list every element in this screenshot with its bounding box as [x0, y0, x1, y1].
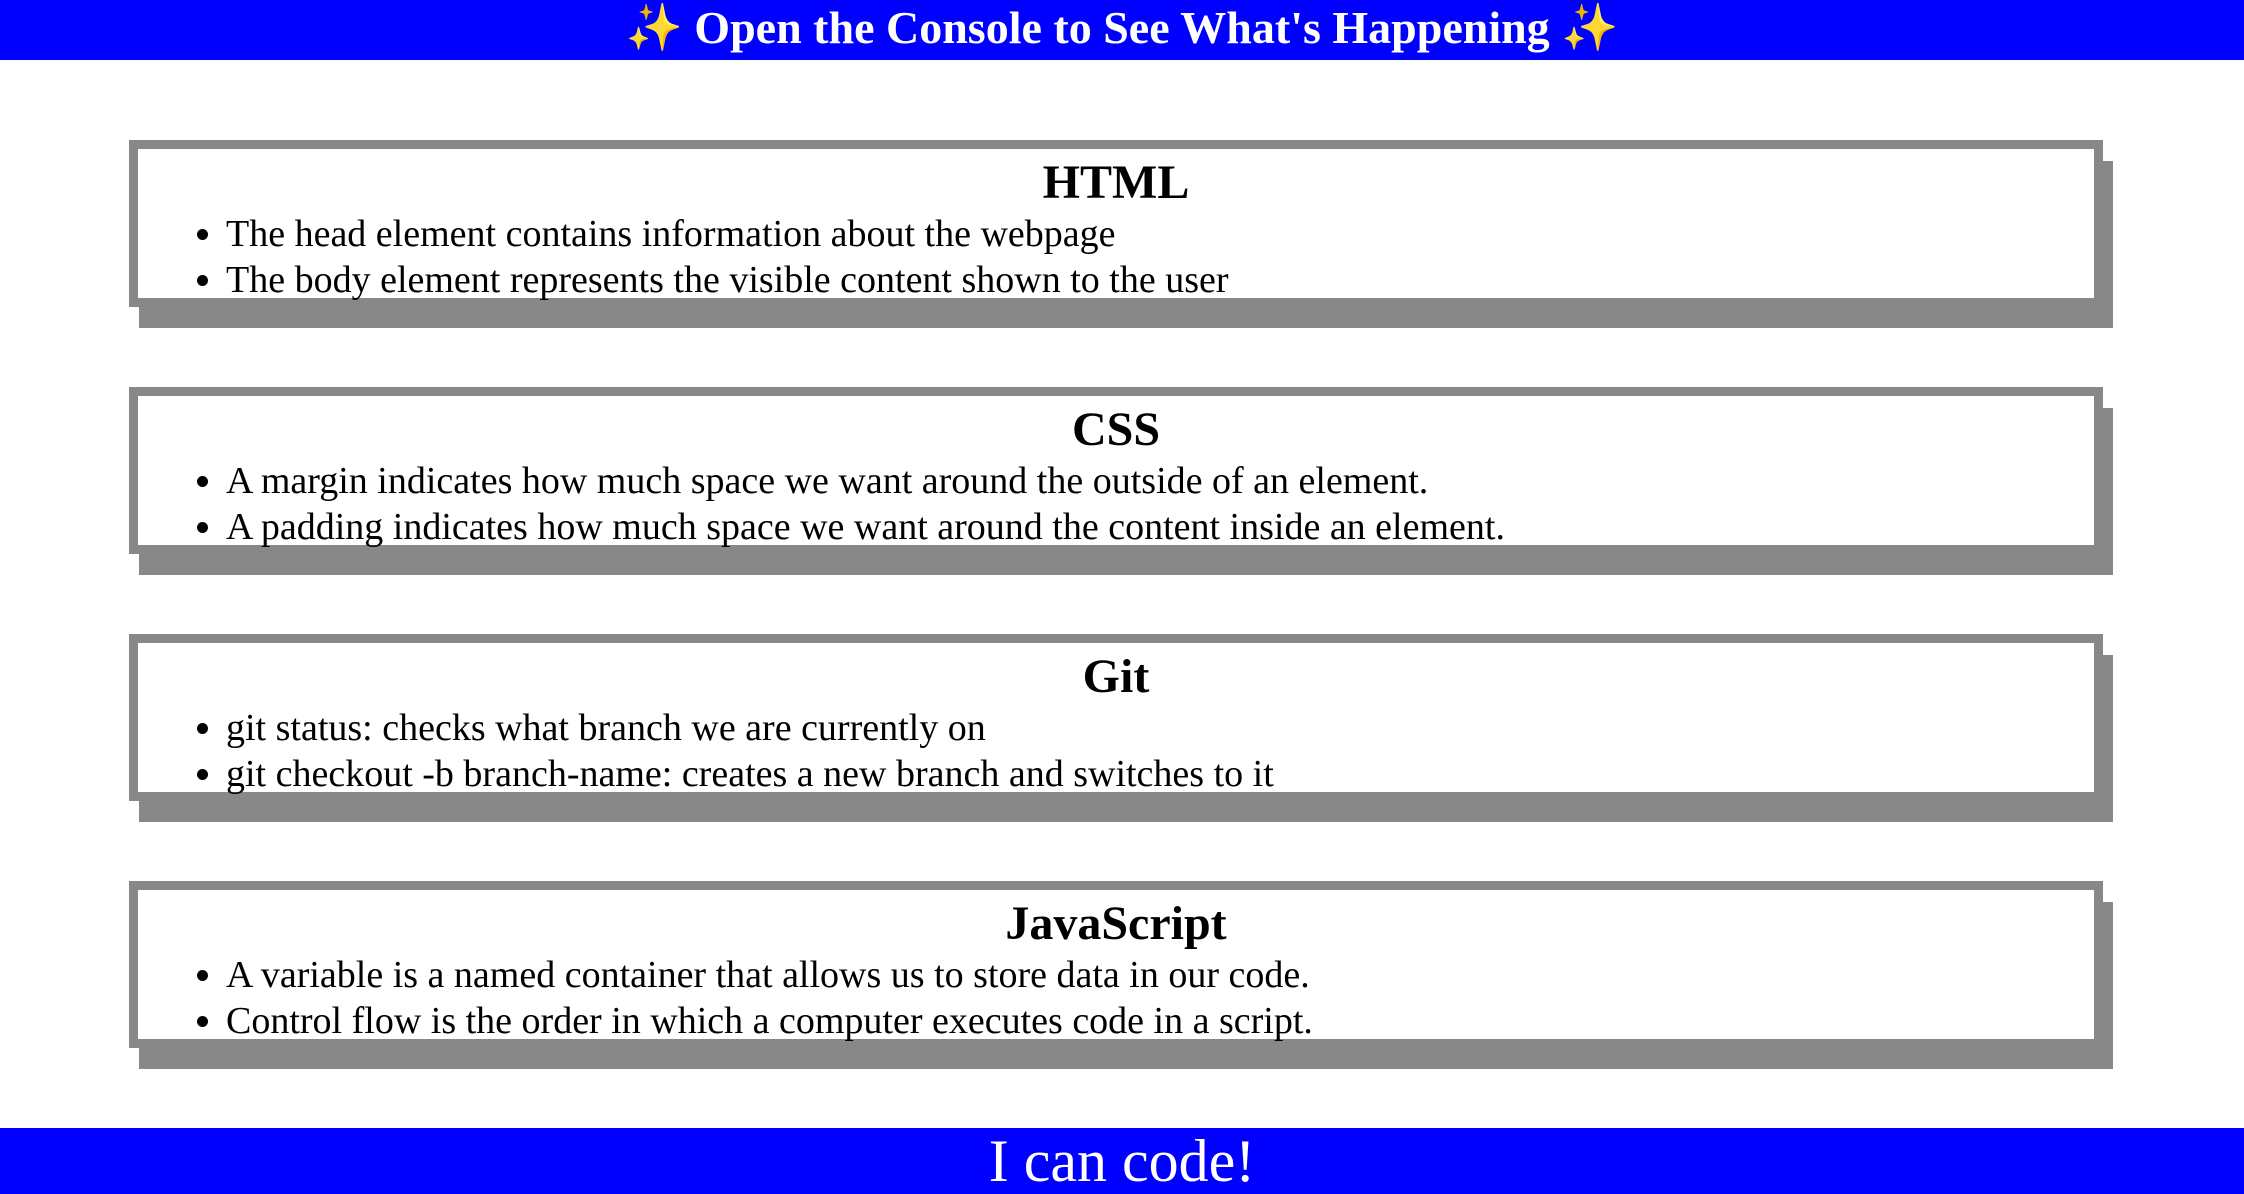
- page-header: ✨ Open the Console to See What's Happeni…: [0, 0, 2244, 60]
- section-title: JavaScript: [1005, 897, 1227, 950]
- section-list: A variable is a named container that all…: [138, 952, 2094, 1044]
- section-card-html: HTML The head element contains informati…: [129, 140, 2103, 307]
- section-card-css: CSS A margin indicates how much space we…: [129, 387, 2103, 554]
- list-item: Control flow is the order in which a com…: [226, 998, 2094, 1044]
- section-title: HTML: [1042, 156, 1190, 209]
- list-item: git status: checks what branch we are cu…: [226, 705, 2094, 751]
- list-item: A padding indicates how much space we wa…: [226, 504, 2094, 550]
- header-title: ✨ Open the Console to See What's Happeni…: [625, 2, 1619, 53]
- list-item: The head element contains information ab…: [226, 211, 2094, 257]
- list-item: The body element represents the visible …: [226, 257, 2094, 303]
- section-list: git status: checks what branch we are cu…: [138, 705, 2094, 797]
- footer-text: I can code!: [988, 1128, 1256, 1194]
- list-item: A variable is a named container that all…: [226, 952, 2094, 998]
- section-title: CSS: [1071, 403, 1161, 456]
- page-footer: I can code!: [0, 1128, 2244, 1194]
- list-item: A margin indicates how much space we wan…: [226, 458, 2094, 504]
- list-item: git checkout -b branch-name: creates a n…: [226, 751, 2094, 797]
- section-card-javascript: JavaScript A variable is a named contain…: [129, 881, 2103, 1048]
- section-list: A margin indicates how much space we wan…: [138, 458, 2094, 550]
- section-card-git: Git git status: checks what branch we ar…: [129, 634, 2103, 801]
- section-list: The head element contains information ab…: [138, 211, 2094, 303]
- section-title: Git: [1082, 650, 1150, 703]
